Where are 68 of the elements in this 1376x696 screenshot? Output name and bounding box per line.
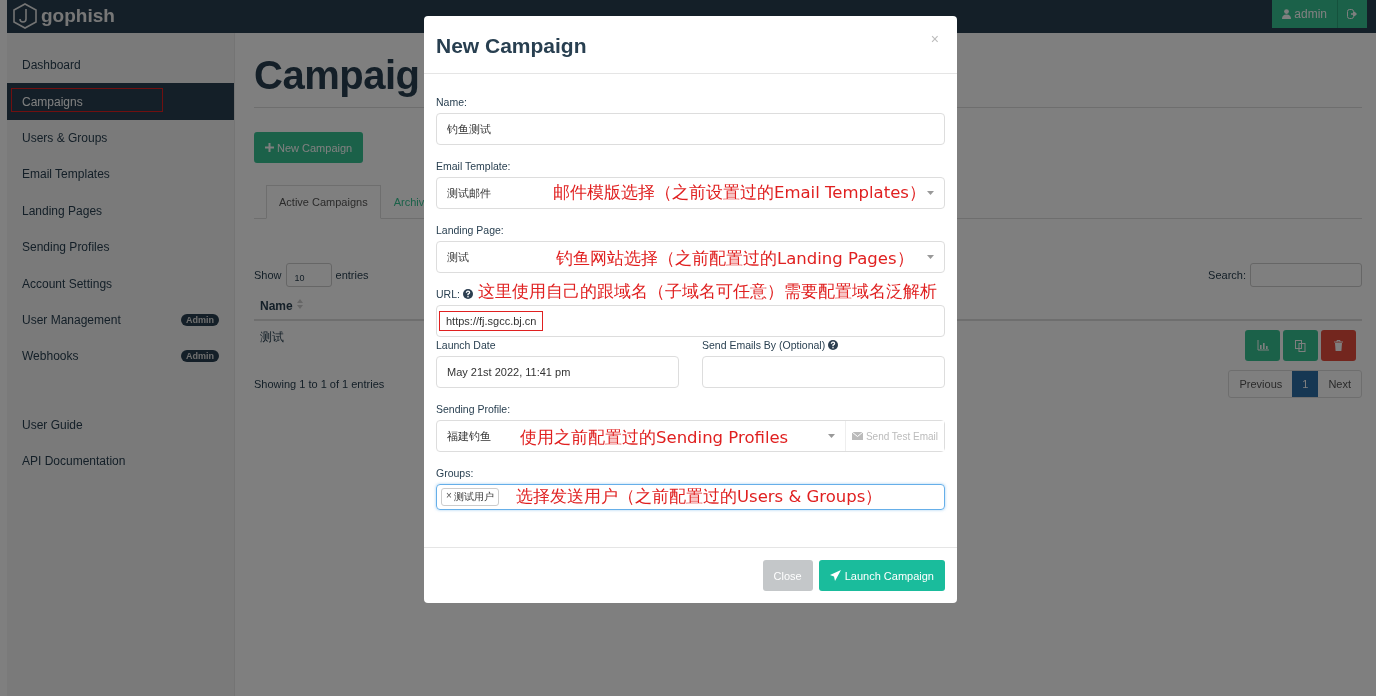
bar-chart-icon bbox=[1256, 340, 1269, 351]
logout-button[interactable] bbox=[1338, 0, 1367, 28]
results-button[interactable] bbox=[1245, 330, 1280, 361]
copy-button[interactable] bbox=[1283, 330, 1318, 361]
sidebar-item[interactable]: User Management Admin bbox=[7, 301, 234, 339]
sidebar-item[interactable]: Email Templates bbox=[7, 156, 234, 193]
search-label: Search: bbox=[1208, 269, 1246, 281]
field-value: 福建钓鱼 bbox=[447, 428, 491, 444]
annotation-text: 钓鱼网站选择（之前配置过的Landing Pages） bbox=[556, 249, 914, 269]
table-cell-text: 测试 bbox=[260, 329, 284, 346]
field-label: Landing Page: bbox=[436, 224, 504, 236]
show-label: Show bbox=[254, 269, 282, 281]
sidebar-item[interactable]: Account Settings bbox=[7, 265, 234, 302]
hook-logo-icon bbox=[13, 3, 37, 29]
field-label: URL: bbox=[436, 288, 460, 300]
delete-button[interactable] bbox=[1321, 330, 1356, 361]
sidebar-link[interactable]: API Documentation bbox=[7, 442, 234, 480]
field-label: Email Template: bbox=[436, 160, 511, 172]
sidebar-item[interactable]: Sending Profiles bbox=[7, 228, 234, 266]
input-field[interactable]: https://fj.sgcc.bj.cn bbox=[436, 305, 945, 337]
caret-icon bbox=[927, 191, 934, 195]
input-field[interactable]: May 21st 2022, 11:41 pm bbox=[436, 356, 679, 388]
launch-campaign-button[interactable]: Launch Campaign bbox=[818, 560, 945, 591]
send-test-email-button[interactable]: Send Test Email bbox=[844, 421, 944, 451]
annotation-text: 选择发送用户（之前配置过的Users & Groups） bbox=[516, 488, 883, 506]
field-label: Name: bbox=[436, 96, 467, 108]
entries-select[interactable]: 10 bbox=[285, 263, 332, 287]
tab[interactable]: Active Campaigns bbox=[266, 185, 381, 219]
field-label: Send Emails By (Optional) bbox=[702, 339, 826, 351]
logo-text: gophish bbox=[41, 5, 115, 27]
caret-icon bbox=[927, 255, 934, 259]
column-header[interactable]: Name bbox=[260, 299, 293, 313]
user-icon bbox=[1282, 9, 1292, 19]
highlighted-value: https://fj.sgcc.bj.cn bbox=[439, 311, 544, 331]
annotation-text: 邮件模版选择（之前设置过的Email Templates） bbox=[553, 183, 926, 203]
trash-icon bbox=[1334, 340, 1343, 351]
envelope-icon bbox=[851, 432, 863, 440]
copy-icon bbox=[1295, 339, 1306, 352]
plus-icon bbox=[265, 143, 274, 152]
admin-badge: Admin bbox=[181, 313, 219, 326]
group-tag[interactable]: × 测试用户 bbox=[441, 488, 499, 506]
input-field[interactable] bbox=[702, 356, 945, 388]
paper-plane-icon bbox=[829, 570, 841, 581]
caret-icon bbox=[827, 434, 835, 438]
entries-info: Showing 1 to 1 of 1 entries bbox=[254, 378, 385, 390]
field-label: Groups: bbox=[436, 467, 474, 479]
input-field[interactable]: 钓鱼测试 bbox=[436, 113, 945, 145]
logout-icon bbox=[1347, 9, 1358, 19]
next-button[interactable]: Next bbox=[1318, 371, 1361, 397]
field-label: Sending Profile: bbox=[436, 403, 511, 415]
entries-label: entries bbox=[335, 269, 369, 281]
page-title: Campaig bbox=[254, 52, 421, 99]
field-label: Launch Date bbox=[436, 339, 496, 351]
sidebar-item[interactable]: Webhooks Admin bbox=[7, 338, 234, 375]
admin-badge: Admin bbox=[181, 350, 219, 363]
sidebar-link[interactable]: User Guide bbox=[7, 406, 234, 443]
annotation-text: 使用之前配置过的Sending Profiles bbox=[520, 428, 789, 448]
sidebar-item[interactable]: Campaigns bbox=[7, 83, 234, 120]
search-field[interactable] bbox=[1250, 263, 1362, 287]
sidebar-item[interactable]: Dashboard bbox=[7, 47, 234, 84]
sidebar-item[interactable]: Landing Pages bbox=[7, 192, 234, 229]
annotation-text: 这里使用自己的跟域名（子域名可任意）需要配置域名泛解析 bbox=[478, 283, 937, 301]
sidebar-item[interactable]: Users & Groups bbox=[7, 119, 234, 157]
sort-icon bbox=[296, 299, 303, 309]
page-button[interactable]: 1 bbox=[1292, 371, 1319, 397]
field-value: 钓鱼测试 bbox=[447, 121, 491, 137]
dialog-title: New Campaign bbox=[436, 34, 587, 58]
previous-button[interactable]: Previous bbox=[1229, 371, 1293, 397]
